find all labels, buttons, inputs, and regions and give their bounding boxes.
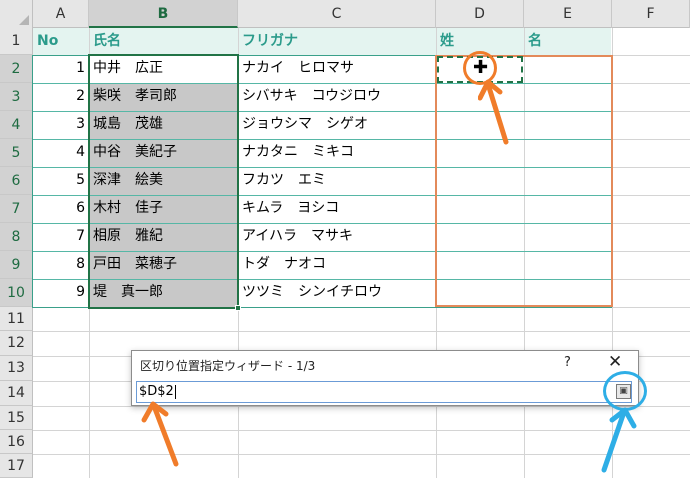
header-mei[interactable]: 名 — [524, 28, 612, 56]
fill-handle[interactable] — [235, 305, 241, 311]
row-header-15[interactable]: 15 — [0, 406, 33, 430]
column-header-bar: A B C D E F — [0, 0, 690, 28]
row-header-7[interactable]: 7 — [0, 195, 33, 223]
row-header-6[interactable]: 6 — [0, 167, 33, 195]
row-header-5[interactable]: 5 — [0, 139, 33, 167]
row-header-4[interactable]: 4 — [0, 111, 33, 139]
row-header-2[interactable]: 2 — [0, 55, 33, 83]
column-header-e[interactable]: E — [524, 0, 612, 28]
header-no[interactable]: No — [33, 28, 89, 56]
select-all-corner[interactable] — [0, 0, 33, 28]
row-header-17[interactable]: 17 — [0, 454, 33, 478]
destination-input[interactable]: $D$2 — [136, 381, 632, 403]
spreadsheet: A B C D E F 1 2 3 4 5 6 7 8 9 10 11 12 1… — [0, 0, 690, 478]
arrow-up-icon — [141, 401, 179, 467]
row-header-14[interactable]: 14 — [0, 381, 33, 406]
row-header-13[interactable]: 13 — [0, 356, 33, 381]
column-header-f[interactable]: F — [612, 0, 690, 28]
destination-range-highlight — [435, 55, 613, 307]
cell-grid[interactable]: No 氏名 フリガナ 姓 名 1 中井 広正 ナカイ ヒロマサ 2 柴咲 孝司郎… — [32, 28, 690, 478]
help-button[interactable]: ? — [564, 355, 571, 370]
row-header-11[interactable]: 11 — [0, 307, 33, 331]
row-header-16[interactable]: 16 — [0, 430, 33, 454]
cell-select-cursor-icon: ✚ — [473, 57, 489, 78]
arrow-up-icon — [601, 407, 637, 473]
text-to-columns-wizard-dialog[interactable]: 区切り位置指定ウィザード - 1/3 ? ✕ $D$2 ▣ — [131, 350, 639, 406]
arrow-up-icon — [478, 79, 509, 145]
row-header-10[interactable]: 10 — [0, 279, 33, 307]
selection-range-b2-b10 — [88, 54, 239, 309]
dialog-title: 区切り位置指定ウィザード - 1/3 — [140, 359, 316, 373]
row-header-1[interactable]: 1 — [0, 28, 33, 55]
text-caret — [174, 384, 176, 399]
row-header-12[interactable]: 12 — [0, 331, 33, 356]
column-header-c[interactable]: C — [238, 0, 436, 28]
close-button[interactable]: ✕ — [608, 352, 622, 372]
header-furigana[interactable]: フリガナ — [238, 28, 436, 56]
column-header-d[interactable]: D — [436, 0, 524, 28]
row-header-3[interactable]: 3 — [0, 83, 33, 111]
header-name[interactable]: 氏名 — [89, 28, 238, 56]
column-header-a[interactable]: A — [33, 0, 89, 28]
row-header-8[interactable]: 8 — [0, 223, 33, 251]
column-header-b[interactable]: B — [89, 0, 238, 28]
row-header-9[interactable]: 9 — [0, 251, 33, 279]
destination-input-value: $D$2 — [139, 384, 174, 399]
